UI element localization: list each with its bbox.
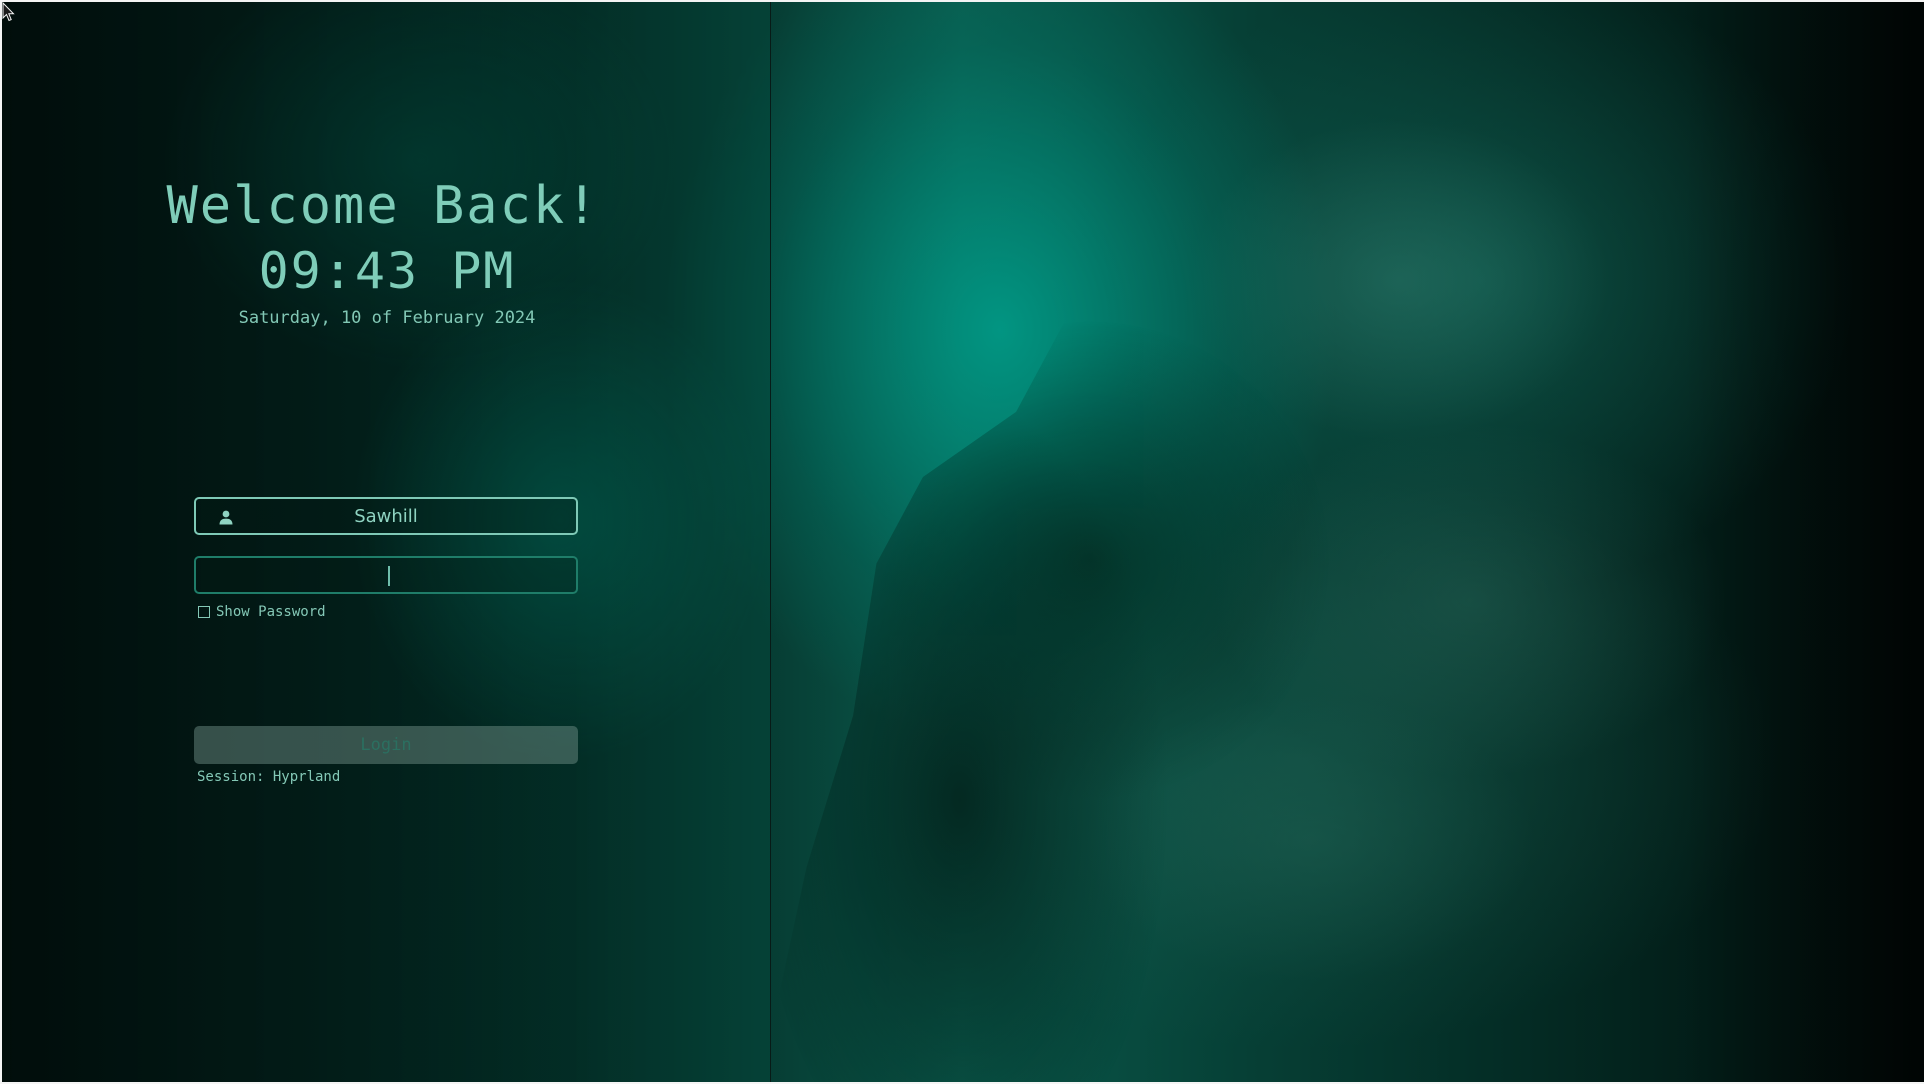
login-panel: Welcome Back! 09:43 PM Saturday, 10 of F…: [0, 0, 771, 1084]
mouse-pointer-icon: [2, 1, 16, 22]
lock-screen: Welcome Back! 09:43 PM Saturday, 10 of F…: [0, 0, 1924, 1084]
clock-display: 09:43 PM: [258, 242, 516, 300]
wallpaper-vignette: [1684, 0, 1924, 1084]
greeting-heading: Welcome Back!: [166, 176, 600, 236]
text-caret: [388, 566, 390, 586]
show-password-label: Show Password: [216, 604, 326, 620]
show-password-checkbox[interactable]: [198, 606, 210, 618]
session-selector[interactable]: Session: Hyprland: [197, 769, 340, 785]
show-password-toggle[interactable]: Show Password: [198, 604, 326, 620]
username-field[interactable]: Sawhill: [194, 497, 578, 535]
username-value: Sawhill: [354, 506, 418, 527]
login-button[interactable]: Login: [194, 726, 578, 764]
password-field[interactable]: [194, 556, 578, 594]
date-display: Saturday, 10 of February 2024: [238, 308, 536, 328]
